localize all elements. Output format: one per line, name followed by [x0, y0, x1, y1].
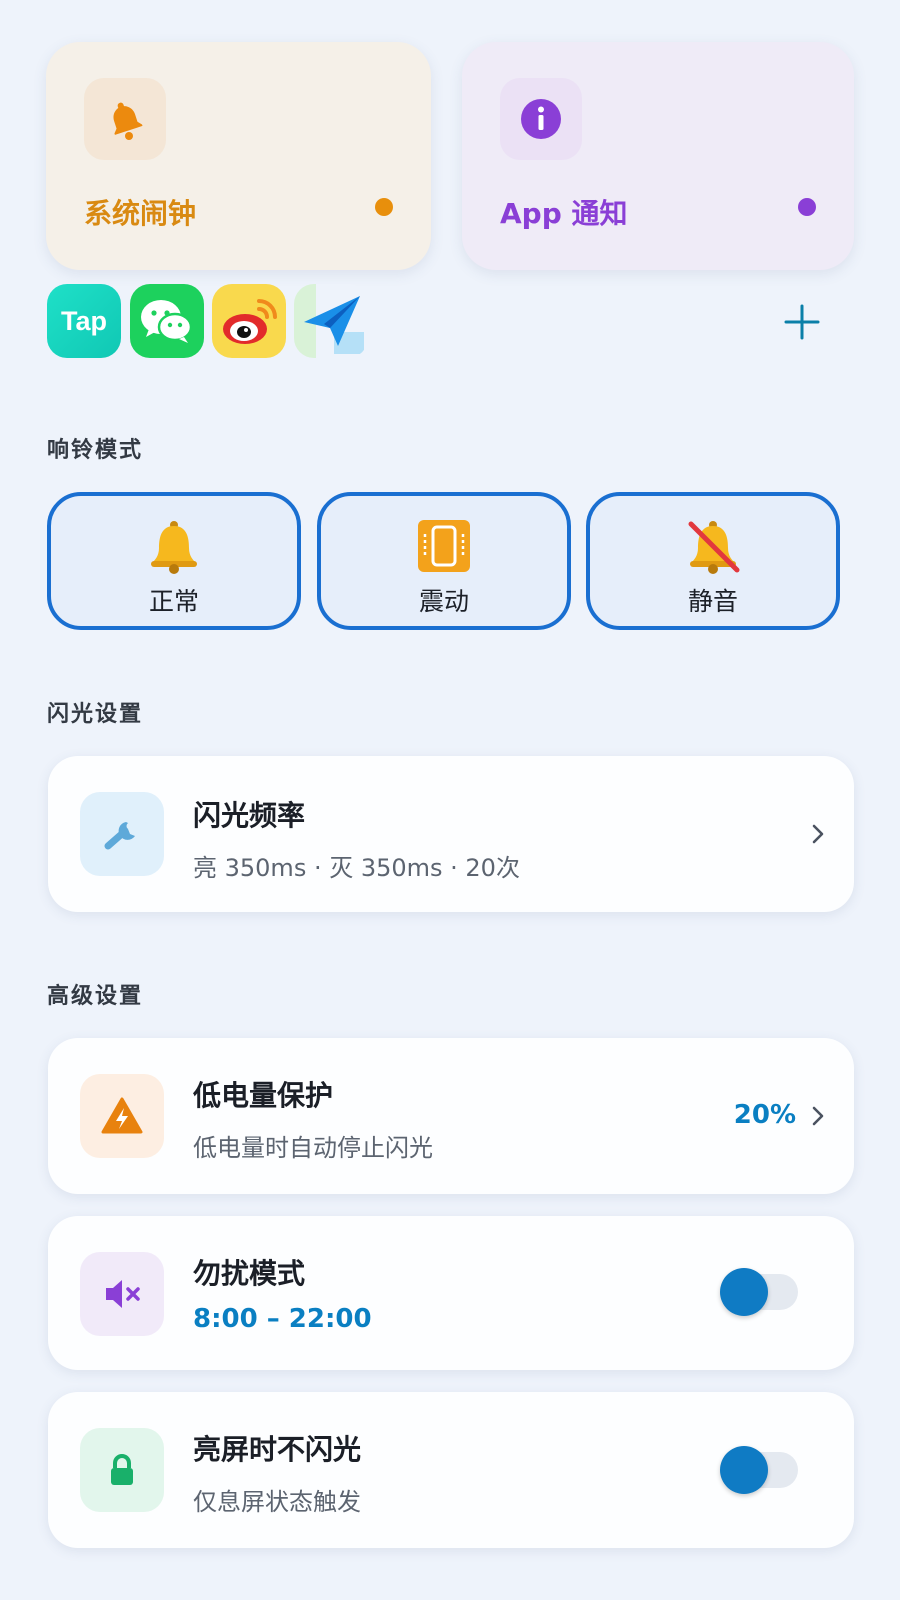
ring-mode-title: 响铃模式 — [47, 438, 144, 463]
app-source-label: App 通知 — [500, 197, 628, 230]
screen-on-card: 亮屏时不闪光 仅息屏状态触发 — [48, 1392, 854, 1548]
app-source-card[interactable]: App 通知 — [462, 42, 854, 270]
paper-plane-icon[interactable] — [294, 284, 368, 358]
add-app-button[interactable] — [782, 302, 822, 342]
flash-settings-title: 闪光设置 — [47, 702, 144, 727]
low-battery-title: 低电量保护 — [193, 1079, 334, 1112]
muted-bell-emoji-icon — [688, 521, 740, 574]
screen-on-subtitle: 仅息屏状态触发 — [193, 1488, 361, 1516]
dnd-title: 勿扰模式 — [193, 1257, 306, 1290]
dnd-toggle[interactable] — [720, 1268, 798, 1316]
screen-on-title: 亮屏时不闪光 — [193, 1433, 362, 1466]
vibrate-emoji-icon — [418, 520, 470, 572]
low-battery-card[interactable]: 低电量保护 低电量时自动停止闪光 20% — [48, 1038, 854, 1194]
wrench-icon — [80, 792, 164, 876]
chevron-right-icon — [812, 1106, 824, 1126]
plus-icon — [784, 304, 820, 340]
flash-frequency-card[interactable]: 闪光频率 亮 350ms · 灭 350ms · 20次 — [48, 756, 854, 912]
chevron-right-icon — [812, 824, 824, 844]
low-battery-threshold: 20% — [733, 1100, 796, 1130]
toggle-knob — [720, 1446, 768, 1494]
mute-speaker-icon — [80, 1252, 164, 1336]
dnd-schedule: 8:00 – 22:00 — [193, 1304, 372, 1334]
alarm-status-dot — [375, 198, 393, 216]
flash-frequency-subtitle: 亮 350ms · 灭 350ms · 20次 — [193, 854, 520, 882]
advanced-settings-title: 高级设置 — [47, 984, 144, 1009]
mode-silent-label: 静音 — [687, 587, 738, 616]
low-battery-subtitle: 低电量时自动停止闪光 — [193, 1134, 433, 1162]
bell-icon — [84, 78, 166, 160]
screen-on-toggle[interactable] — [720, 1446, 798, 1494]
toggle-knob — [720, 1268, 768, 1316]
taptap-icon-text: Tap — [61, 305, 107, 336]
mode-normal-label: 正常 — [148, 587, 199, 616]
mode-silent-button[interactable]: 静音 — [586, 492, 840, 630]
taptap-icon[interactable]: Tap — [47, 284, 121, 358]
lock-icon — [80, 1428, 164, 1512]
alarm-source-card[interactable]: 系统闹钟 — [46, 42, 431, 270]
dnd-card: 勿扰模式 8:00 – 22:00 — [48, 1216, 854, 1370]
app-status-dot — [798, 198, 816, 216]
warning-icon — [80, 1074, 164, 1158]
alarm-source-label: 系统闹钟 — [84, 197, 197, 230]
flash-frequency-title: 闪光频率 — [193, 799, 306, 832]
mode-vibrate-button[interactable]: 震动 — [317, 492, 571, 630]
mode-vibrate-label: 震动 — [418, 587, 469, 616]
bell-emoji-icon — [151, 521, 197, 574]
mode-normal-button[interactable]: 正常 — [47, 492, 301, 630]
info-icon — [500, 78, 582, 160]
wechat-icon[interactable] — [130, 284, 204, 358]
weibo-icon[interactable] — [212, 284, 286, 358]
